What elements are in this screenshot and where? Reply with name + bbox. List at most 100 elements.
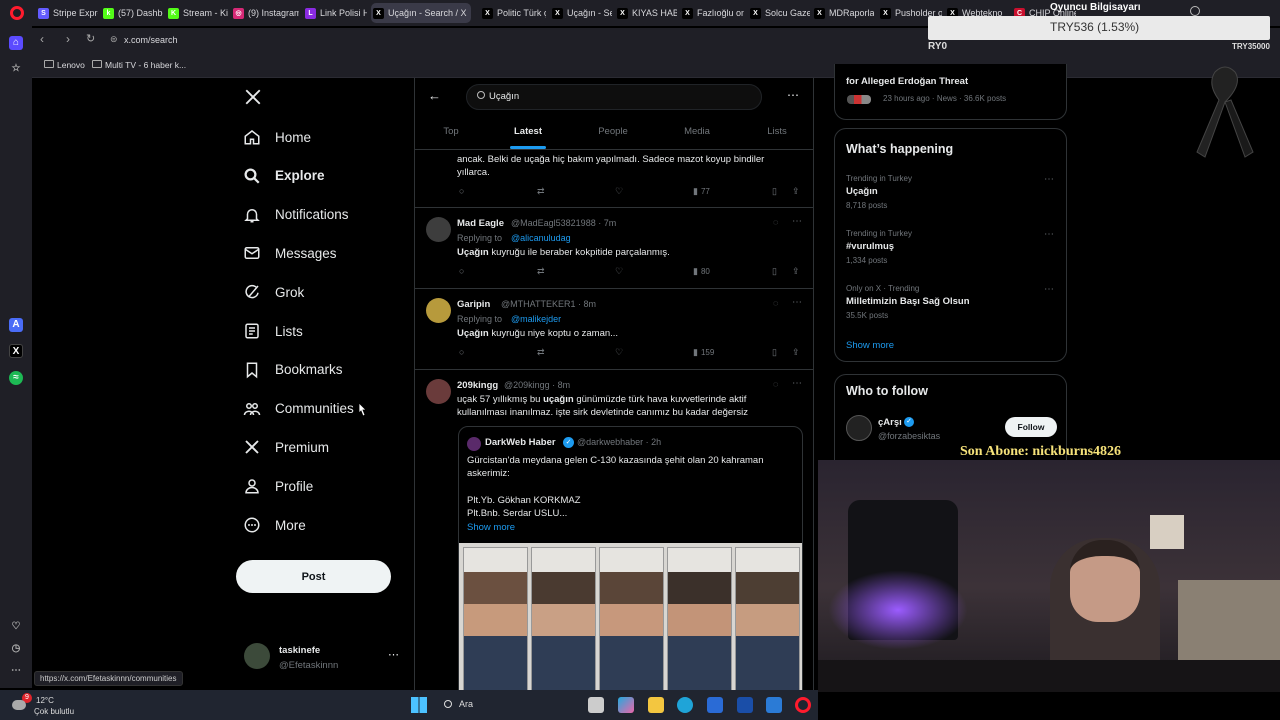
nav-item-messages[interactable]: Messages [243,244,337,262]
mail-icon[interactable] [766,697,782,713]
x-app-icon[interactable]: X [9,344,23,358]
reply-link[interactable]: @alicanuludag [511,233,571,243]
quoted-tweet[interactable]: DarkWeb Haber ✓ @darkwebhaber · 2h Gürci… [458,426,803,690]
store-icon[interactable] [707,697,723,713]
tweet-more-icon[interactable]: ⋯ [792,216,802,227]
like-icon[interactable]: ♡ [615,347,623,358]
retweet-icon[interactable]: ⇄ [537,186,545,197]
browser-tab[interactable]: K Stream - Kick [166,3,228,23]
like-icon[interactable]: ♡ [615,186,623,197]
bookmark-multitv[interactable]: Multi TV - 6 haber k... [105,60,186,70]
bookmark-icon[interactable]: ▯ [772,266,777,277]
nav-item-notifications[interactable]: Notifications [243,206,349,224]
post-button[interactable]: Post [236,560,391,593]
news-headline[interactable]: for Alleged Erdoğan Threat [846,76,968,87]
tab-people[interactable]: People [598,126,628,137]
copilot-icon[interactable] [618,697,634,713]
taskbar-search[interactable]: Ara [440,695,580,715]
tweet[interactable]: 209kingg @209kingg · 8m ◌ ⋯ uçak 57 yıll… [415,370,813,690]
url-text[interactable]: x.com/search [124,35,178,45]
share-icon[interactable]: ⇪ [792,186,800,197]
browser-tab[interactable]: S Stripe Expres [36,3,98,23]
back-icon[interactable]: ‹ [40,32,44,46]
trend-item[interactable]: Only on X · Trending Milletimizin Başı Sa… [835,284,1068,334]
reply-link[interactable]: @malikejder [511,314,561,324]
reply-icon[interactable]: ○ [459,266,464,276]
tweet-more-icon[interactable]: ⋯ [792,297,802,308]
task-view-icon[interactable] [588,697,604,713]
browser-tab[interactable]: X KIYAS HABER [615,3,677,23]
retweet-icon[interactable]: ⇄ [537,266,545,277]
opera-logo-icon[interactable] [10,6,24,20]
trend-more-icon[interactable]: ⋯ [1044,174,1054,185]
tweet[interactable]: ancak. Belki de uçağa hiç bakım yapılmad… [415,150,813,208]
windows-start-icon[interactable] [411,697,427,713]
nav-item-communities[interactable]: Communities [243,400,354,418]
follow-name[interactable]: çArşı [878,417,902,428]
nav-item-more[interactable]: More [243,516,306,534]
browser-tab[interactable]: L Link Polisi H [303,3,367,23]
browser-tab[interactable]: X Uçağın - Sea [550,3,612,23]
share-icon[interactable]: ⇪ [792,266,800,277]
star-icon[interactable]: ☆ [9,62,23,76]
site-info-icon[interactable]: ⊜ [110,34,118,45]
nav-item-explore[interactable]: Explore [243,167,325,185]
trend-more-icon[interactable]: ⋯ [1044,229,1054,240]
reply-icon[interactable]: ○ [459,347,464,357]
browser-tab[interactable]: X Solcu Gazete [748,3,810,23]
reload-icon[interactable]: ↻ [86,32,95,45]
tweet-author[interactable]: 209kingg [457,380,498,391]
account-more-icon[interactable]: ⋯ [388,648,399,661]
search-tabs-icon[interactable] [1190,6,1200,16]
tab-lists[interactable]: Lists [767,126,787,137]
grok-icon[interactable]: ◌ [773,217,778,227]
trend-item[interactable]: Trending in Turkey Uçağın 8,718 posts ⋯ [835,174,1068,224]
home-icon[interactable]: ⌂ [9,36,23,50]
views-icon[interactable]: ▮ 80 [693,266,710,277]
browser-tab[interactable]: X MDRaporlar [812,3,874,23]
follow-handle[interactable]: @forzabesiktas [878,431,940,441]
tweet-more-icon[interactable]: ⋯ [792,378,802,389]
show-more-link[interactable]: Show more [467,522,515,533]
browser-tab[interactable]: X Politic Türk ç [480,3,546,23]
aria-icon[interactable]: A [9,318,23,332]
views-icon[interactable]: ▮ 77 [693,186,710,197]
heart-icon[interactable]: ♡ [9,620,23,634]
file-explorer-icon[interactable] [648,697,664,713]
quote-image[interactable] [459,543,802,690]
share-icon[interactable]: ⇪ [792,347,800,358]
weather-widget[interactable]: 9 12°C Çok bulutlu [6,692,106,718]
like-icon[interactable]: ♡ [615,266,623,277]
search-more-icon[interactable]: ⋯ [787,88,799,102]
reply-icon[interactable]: ○ [459,186,464,196]
trend-item[interactable]: Trending in Turkey #vurulmuş 1,334 posts ⋯ [835,229,1068,279]
views-icon[interactable]: ▮ 159 [693,347,714,358]
back-arrow-icon[interactable]: ← [428,88,441,103]
quote-handle[interactable]: @darkwebhaber · 2h [577,437,661,447]
tweet-handle[interactable]: @MTHATTEKER1 · 8m [501,299,596,309]
search-query[interactable]: Uçağın [489,91,519,102]
taskbar-search-text[interactable]: Ara [459,699,473,709]
edge-icon[interactable] [677,697,693,713]
follow-button[interactable]: Follow [1005,417,1057,437]
browser-tab[interactable]: ◎ (9) Instagram [231,3,299,23]
tweet[interactable]: Garipin @MTHATTEKER1 · 8m ◌ ⋯ Replying t… [415,289,813,370]
browser-tab[interactable]: X Fazlıoğlu on [680,3,744,23]
nav-item-lists[interactable]: Lists [243,322,303,340]
bookmark-lenovo[interactable]: Lenovo [57,60,85,70]
search-input[interactable]: Uçağın [466,84,762,110]
nav-item-home[interactable]: Home [243,128,311,146]
nav-item-premium[interactable]: Premium [243,438,329,456]
tab-latest[interactable]: Latest [514,126,542,137]
tweet[interactable]: Mad Eagle @MadEagl53821988 · 7m ◌ ⋯ Repl… [415,208,813,289]
browser-tab[interactable]: X Uçağın - Search / X [371,3,471,23]
nav-item-grok[interactable]: Grok [243,283,304,301]
opera-taskbar-icon[interactable] [795,697,811,713]
nav-item-profile[interactable]: Profile [243,477,313,495]
tweet-handle[interactable]: @209kingg · 8m [504,380,570,390]
more-icon[interactable]: ⋯ [9,664,23,678]
tab-media[interactable]: Media [684,126,710,137]
account-switcher[interactable]: taskinefe @Efetaskinnn ⋯ [244,643,404,673]
x-logo-icon[interactable] [244,88,262,106]
news-card[interactable]: for Alleged Erdoğan Threat 23 hours ago … [834,64,1067,120]
